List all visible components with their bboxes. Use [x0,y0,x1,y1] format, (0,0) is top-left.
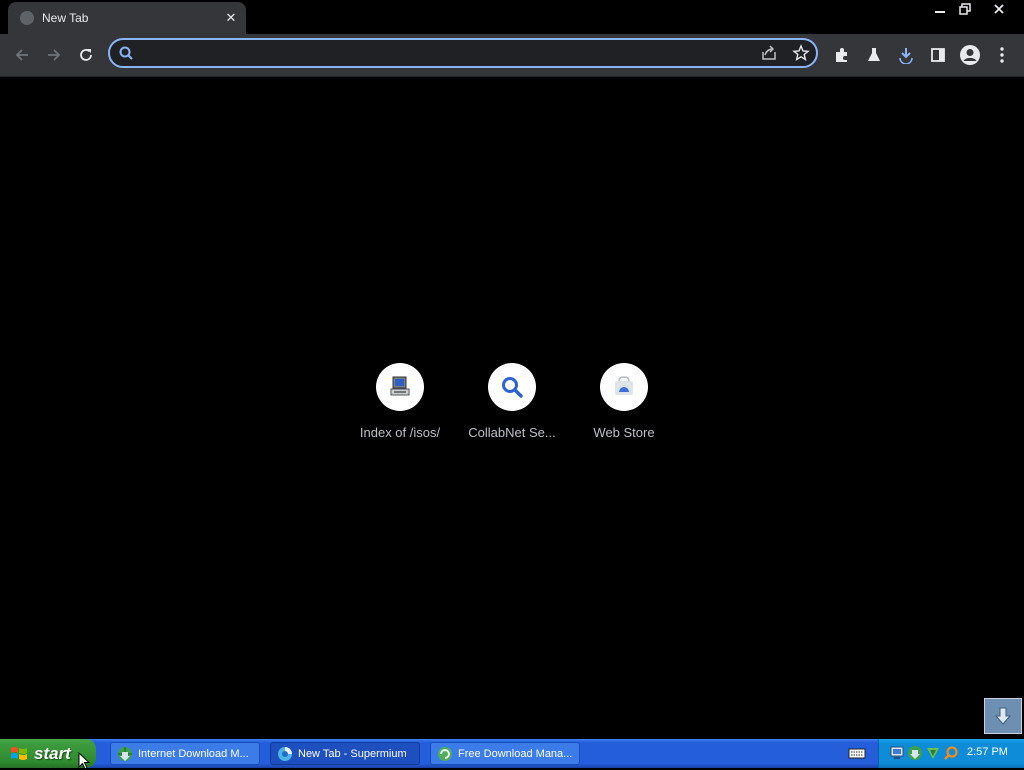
close-window-button[interactable] [986,0,1012,18]
profile-button[interactable] [956,41,984,69]
side-panel-button[interactable] [924,41,952,69]
minimize-button[interactable] [927,0,953,18]
globe-icon [20,11,34,25]
download-arrow-icon [994,707,1012,725]
address-bar[interactable] [108,38,818,68]
supermium-icon [278,746,292,761]
minimize-icon [935,11,945,13]
omnibox-input[interactable] [140,43,744,65]
search-icon [118,45,134,66]
tab-close-icon[interactable]: ✕ [222,9,240,27]
taskbar-button-label: Free Download Mana... [458,747,573,760]
reload-button[interactable] [72,41,100,69]
bookmark-star-icon[interactable] [792,44,810,67]
idm-globe-icon [118,746,132,761]
close-icon [994,4,1004,14]
start-label: start [34,743,71,763]
search-tray-icon[interactable] [943,745,959,761]
downloads-button[interactable] [892,41,920,69]
back-button[interactable] [8,41,36,69]
keyboard-icon[interactable] [848,745,866,761]
system-tray: 2:57 PM [878,739,1024,768]
shortcut-web-store[interactable]: Web Store [568,363,680,447]
computer-icon [376,363,424,411]
fdm-tray-icon[interactable] [925,745,941,761]
forward-button[interactable] [40,41,68,69]
new-tab-page: Index of /isos/ CollabNet Se... Web Stor… [0,77,1024,739]
side-panel-icon [931,48,945,62]
extensions-button[interactable] [828,41,856,69]
menu-button[interactable] [988,41,1016,69]
shortcut-label: Web Store [593,425,655,440]
download-icon [899,48,913,64]
taskbar-button-fdm[interactable]: Free Download Mana... [430,742,580,765]
web-store-icon [600,363,648,411]
share-icon[interactable] [760,44,778,67]
restore-button[interactable] [952,0,978,18]
restore-icon [959,3,971,15]
arrow-left-icon [15,49,28,61]
network-icon[interactable] [889,745,905,761]
reload-icon [80,49,92,61]
puzzle-icon [836,48,847,62]
labs-button[interactable] [860,41,888,69]
tab-new-tab[interactable]: New Tab ✕ [8,2,246,34]
tab-title: New Tab [42,11,89,25]
arrow-right-icon [48,49,61,61]
taskbar-button-idm[interactable]: Internet Download M... [110,742,260,765]
mouse-cursor-icon [78,752,90,770]
browser-toolbar [0,34,1024,77]
shortcut-index-of-isos[interactable]: Index of /isos/ [344,363,456,447]
avatar-icon [960,45,980,65]
kebab-menu-icon [1000,47,1004,63]
title-bar: New Tab ✕ [0,0,1024,34]
shortcut-collabnet[interactable]: CollabNet Se... [456,363,568,447]
download-manager-float-button[interactable] [984,698,1022,734]
magnifier-icon [488,363,536,411]
fdm-icon [438,746,452,761]
flask-icon [868,48,880,61]
shortcut-label: CollabNet Se... [468,425,556,440]
windows-flag-icon [11,746,27,760]
idm-tray-icon[interactable] [907,745,923,761]
taskbar-button-supermium[interactable]: New Tab - Supermium [270,742,420,765]
clock: 2:57 PM [967,746,1008,758]
taskbar: start Internet Download M... New Tab - S… [0,739,1024,768]
taskbar-button-label: New Tab - Supermium [298,747,407,760]
taskbar-button-label: Internet Download M... [138,747,249,760]
shortcut-label: Index of /isos/ [359,425,441,440]
